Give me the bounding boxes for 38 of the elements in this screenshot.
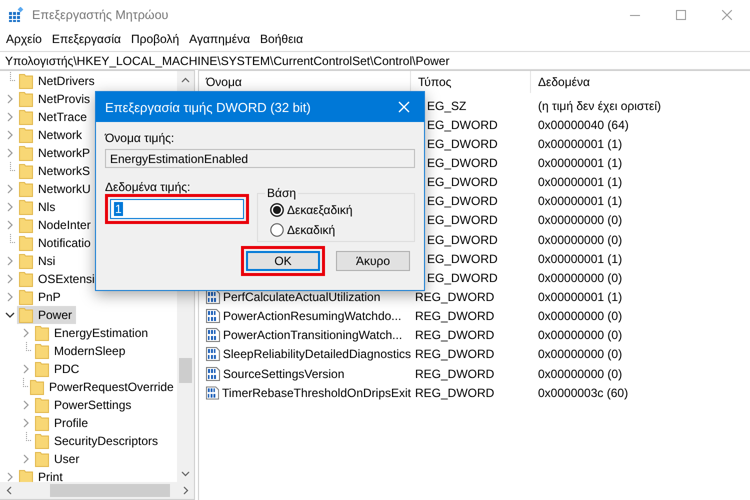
field-label: Δεδομένα τιμής: (105, 180, 192, 194)
value-type: EG_SZ (426, 98, 468, 113)
value-type: REG_DWORD (414, 290, 496, 304)
value-type: REG_DWORD (414, 386, 496, 400)
value-type: REG_DWORD (414, 328, 496, 342)
value-data: 0x00000000 (0) (537, 213, 624, 228)
dialog-title: Επεξεργασία τιμής DWORD (32 bit) (105, 100, 312, 114)
window-title: Επεξεργαστής Μητρώου (32, 8, 170, 22)
value-data: 0x00000001 (1) (537, 290, 624, 304)
value-type: REG_DWORD (414, 366, 496, 381)
value-data: 0x00000040 (64) (537, 118, 630, 132)
value-type: REG_DWORD (414, 347, 496, 362)
value-type: EG_DWORD (426, 136, 499, 151)
value-type: EG_DWORD (426, 213, 499, 228)
value-type: EG_DWORD (426, 175, 499, 190)
value-type: EG_DWORD (426, 156, 499, 170)
value-type: EG_DWORD (426, 270, 499, 285)
value-data: 0x00000000 (0) (537, 347, 624, 362)
value-data: 0x00000001 (1) (537, 175, 624, 190)
value-data: 0x00000001 (1) (537, 156, 624, 170)
value-data: 0x0000003c (60) (537, 386, 630, 400)
value-data: 0x00000000 (0) (537, 232, 624, 247)
value-type: REG_DWORD (414, 309, 496, 324)
value-type: EG_DWORD (426, 252, 499, 266)
value-data: 0x00000001 (1) (537, 194, 624, 208)
value-type: EG_DWORD (426, 118, 499, 132)
value-data: (η τιμή δεν έχει οριστεί) (537, 98, 662, 113)
value-data: 0x00000001 (1) (537, 252, 624, 266)
value-data: 0x00000000 (0) (537, 309, 624, 324)
value-data: 0x00000000 (0) (537, 270, 624, 285)
value-name-field: EnergyEstimationEnabled (105, 149, 415, 168)
field-label: Όνομα τιμής: (105, 131, 176, 145)
group-label: Βάση (266, 186, 298, 200)
value-data: 0x00000000 (0) (537, 328, 624, 342)
value-data: 0x00000000 (0) (537, 366, 624, 381)
value-data: 0x00000001 (1) (537, 136, 624, 151)
value-type: EG_DWORD (426, 232, 499, 247)
value-type: EG_DWORD (426, 194, 499, 208)
